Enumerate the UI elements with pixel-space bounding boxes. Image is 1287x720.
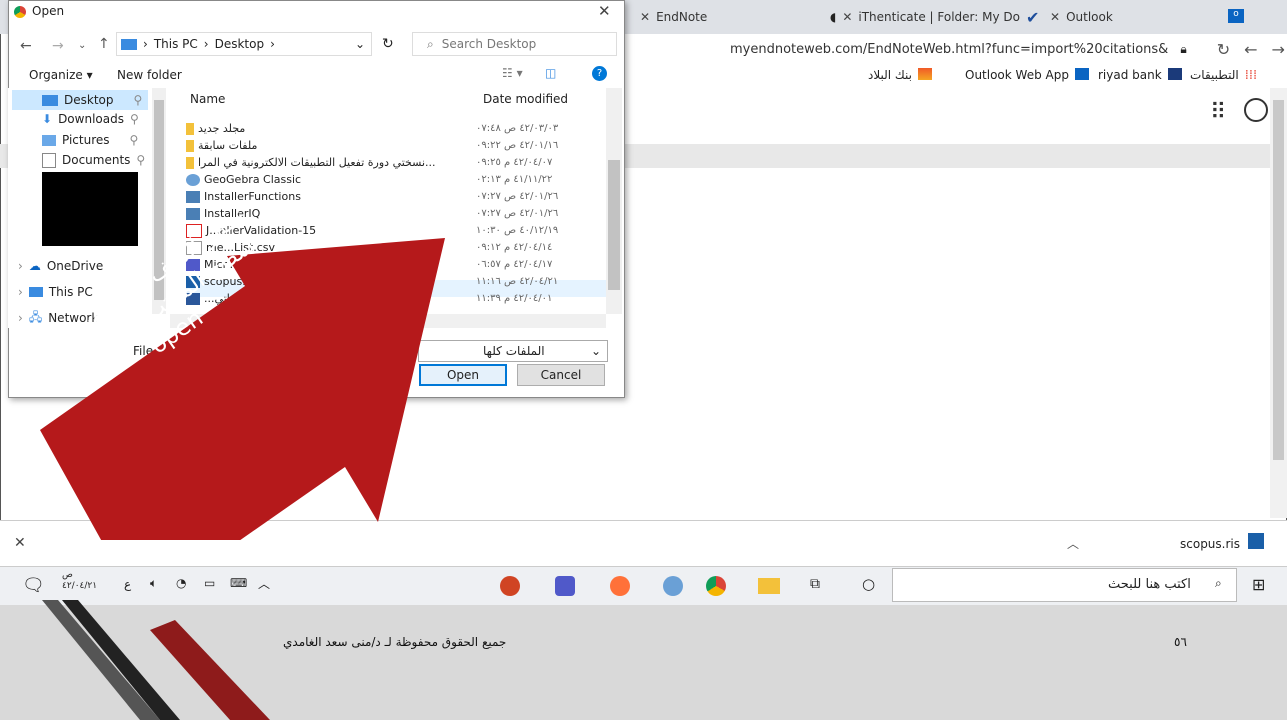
notification-icon[interactable]: 🗨︎ <box>22 575 45 596</box>
close-icon[interactable]: ✕ <box>640 10 650 24</box>
windows-start-icon[interactable]: ⊞ <box>1252 575 1265 594</box>
chevron-up-icon[interactable]: ︿ <box>258 575 270 592</box>
chrome-icon[interactable] <box>706 576 726 596</box>
close-icon[interactable]: ✕ <box>842 10 852 24</box>
clock[interactable]: ص ٤٢/٠٤/٢١ <box>62 570 97 592</box>
bookmark-owa[interactable]: Outlook Web App <box>965 68 1089 82</box>
apps-grid-icon[interactable]: ⠿ <box>1210 100 1226 125</box>
outlook-icon: o <box>1228 9 1244 23</box>
teams-icon[interactable] <box>555 576 575 596</box>
back-icon[interactable]: → <box>1272 40 1285 59</box>
address-bar[interactable]: myendnoteweb.com/EndNoteWeb.html?func=im… <box>620 34 1287 64</box>
search-icon: ⌕ <box>1215 576 1222 590</box>
apps-icon: ⁞⁞⁞ <box>1244 68 1258 83</box>
file-explorer-icon[interactable] <box>758 578 780 594</box>
forward-icon[interactable]: ← <box>1244 40 1257 59</box>
account-icon[interactable] <box>1244 98 1268 122</box>
outlook-icon <box>1074 68 1089 80</box>
dark-stripe <box>62 600 180 720</box>
slide-decoration <box>42 600 270 720</box>
riyad-icon <box>1167 68 1182 80</box>
powerpoint-icon[interactable] <box>500 576 520 596</box>
slide-page-number: ٥٦ <box>1174 635 1187 649</box>
task-view-icon[interactable]: ⧉ <box>810 576 820 592</box>
bookmark-apps[interactable]: التطبيقات ⁞⁞⁞ <box>1190 68 1257 83</box>
reload-icon[interactable]: ↻ <box>1217 40 1230 59</box>
scopus-file-icon <box>1248 533 1264 549</box>
url-text: myendnoteweb.com/EndNoteWeb.html?func=im… <box>730 41 1169 57</box>
red-stripe <box>150 620 270 720</box>
bookmark-riyad[interactable]: riyad bank <box>1098 68 1182 82</box>
cortana-icon[interactable]: ○ <box>862 575 875 593</box>
geogebra-icon[interactable] <box>663 576 683 596</box>
page-scrollbar-thumb[interactable] <box>1273 100 1284 460</box>
close-icon[interactable]: ✕ <box>1050 10 1060 24</box>
firefox-icon[interactable] <box>610 576 630 596</box>
check-icon: ✔ <box>1025 7 1040 27</box>
keyboard-icon[interactable]: ⌨︎ <box>230 576 247 590</box>
battery-icon[interactable]: ▭ <box>204 576 215 590</box>
bookmarks-bar: بنك البلاد Outlook Web App riyad bank ال… <box>620 64 1287 89</box>
ithenticate-icon: ◖ <box>830 10 837 24</box>
tab-ithenticate[interactable]: ◖ ✕ iThenticate | Folder: My Do ✔ <box>830 4 1039 30</box>
bilad-icon <box>918 68 933 80</box>
lock-icon: 🔒︎ <box>1180 41 1187 56</box>
tab-outlook[interactable]: ✕ Outlook <box>1050 4 1113 30</box>
slide-footer: جميع الحقوق محفوظة لـ د/منى سعد الغامدي <box>283 635 507 649</box>
tab-endnote[interactable]: ✕ EndNote <box>640 4 707 30</box>
gray-stripe <box>42 600 160 720</box>
volume-icon[interactable]: 🔈︎ <box>150 576 157 591</box>
download-filename[interactable]: scopus.ris <box>1180 537 1240 551</box>
bookmark-bilad[interactable]: بنك البلاد <box>868 68 933 82</box>
language-indicator[interactable]: ع <box>124 577 131 591</box>
wifi-icon[interactable]: ◔ <box>176 576 186 590</box>
taskbar-search[interactable]: اكتب هنا للبحث ⌕ <box>892 568 1237 602</box>
chevron-up-icon[interactable]: ︿ <box>1067 535 1079 552</box>
